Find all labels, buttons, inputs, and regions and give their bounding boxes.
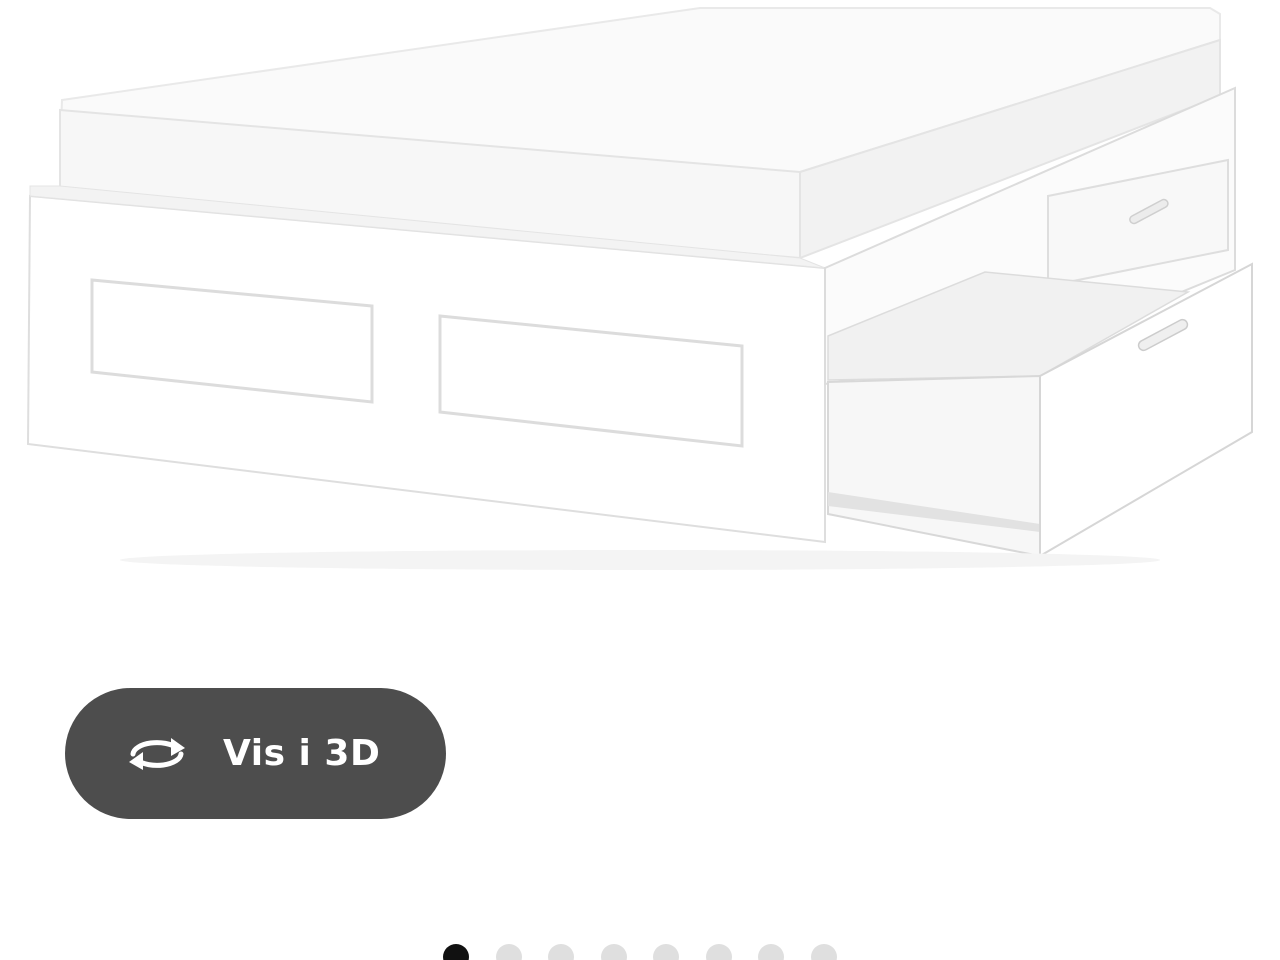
drawer-side: [827, 374, 1041, 558]
rotate-3d-icon: [123, 730, 191, 778]
floor-shadow: [120, 550, 1160, 570]
pagination-dot[interactable]: [706, 944, 732, 960]
pagination-dot[interactable]: [811, 944, 837, 960]
view-3d-label: Vis i 3D: [223, 733, 381, 774]
pagination-dot[interactable]: [758, 944, 784, 960]
pagination-dot[interactable]: [496, 944, 522, 960]
product-image[interactable]: [0, 0, 1280, 600]
pagination-dot[interactable]: [653, 944, 679, 960]
image-pagination: [0, 944, 1280, 960]
product-gallery: Vis i 3D: [0, 0, 1280, 960]
pagination-dot[interactable]: [443, 944, 469, 960]
view-3d-button[interactable]: Vis i 3D: [65, 688, 446, 819]
pagination-dot[interactable]: [548, 944, 574, 960]
pagination-dot[interactable]: [601, 944, 627, 960]
